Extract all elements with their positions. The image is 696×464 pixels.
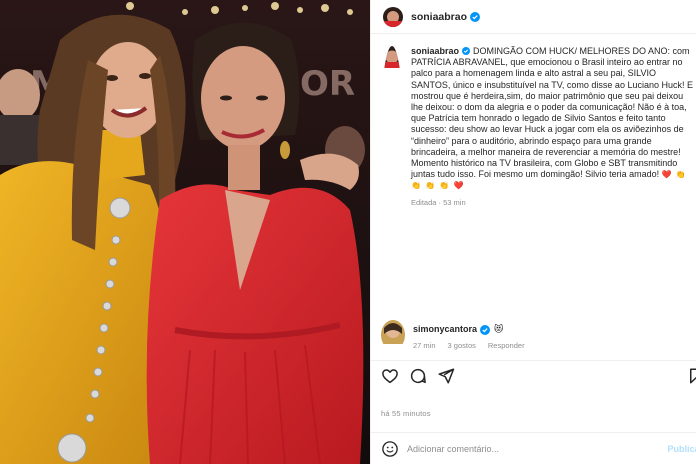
comment-item: simonycantora 😻 27 min 3 gostos Responde…: [381, 320, 693, 350]
caption-text-block: soniaabrao DOMINGÃO COM HUCK/ MELHORES DO…: [411, 46, 693, 192]
caption-username[interactable]: soniaabrao: [411, 46, 459, 56]
comment-icon[interactable]: [409, 367, 427, 385]
comment-line: simonycantora 😻: [413, 324, 525, 335]
bookmark-icon[interactable]: [687, 367, 696, 385]
caption-time: 53 min: [443, 197, 466, 207]
comment-input[interactable]: [407, 443, 647, 454]
post-side-panel: soniaabrao soniaabrao DOMINGÃO COM HUCK/ …: [370, 0, 696, 464]
add-comment-bar: Publicar: [371, 432, 696, 464]
comment-likes[interactable]: 3 gostos: [448, 341, 476, 350]
photo-illustration: MEL OR: [0, 0, 370, 464]
caption-avatar[interactable]: [381, 46, 403, 207]
emoji-icon[interactable]: [381, 440, 399, 458]
edited-label: Editada: [411, 197, 437, 207]
comment-reply-button[interactable]: Responder: [488, 341, 525, 350]
posted-time: há 55 minutos: [381, 409, 431, 418]
caption-body: soniaabrao DOMINGÃO COM HUCK/ MELHORES DO…: [411, 46, 693, 207]
post-photo[interactable]: MEL OR: [0, 0, 370, 464]
post-header: soniaabrao: [371, 0, 696, 34]
verified-badge-icon: [480, 324, 491, 335]
comment-username[interactable]: simonycantora: [413, 324, 477, 335]
comment-body: simonycantora 😻 27 min 3 gostos Responde…: [413, 320, 525, 350]
share-icon[interactable]: [437, 367, 455, 385]
verified-badge-icon: [470, 11, 481, 22]
caption-meta: Editada · 53 min: [411, 197, 466, 207]
svg-text:OR: OR: [300, 64, 355, 104]
caption-text: DOMINGÃO COM HUCK/ MELHORES DO ANO: com …: [411, 46, 693, 180]
commenter-avatar[interactable]: [381, 320, 405, 350]
comment-time: 27 min: [413, 341, 436, 350]
comment-emoji: 😻: [494, 324, 504, 334]
verified-badge-icon: [462, 47, 471, 55]
publish-button[interactable]: Publicar: [667, 444, 696, 454]
comment-meta: 27 min 3 gostos Responder: [413, 341, 525, 350]
author-username[interactable]: soniaabrao: [411, 11, 467, 23]
heart-icon[interactable]: [381, 367, 399, 385]
post-caption: soniaabrao DOMINGÃO COM HUCK/ MELHORES DO…: [381, 46, 693, 207]
action-bar: [371, 360, 696, 390]
author-avatar[interactable]: [383, 6, 403, 27]
